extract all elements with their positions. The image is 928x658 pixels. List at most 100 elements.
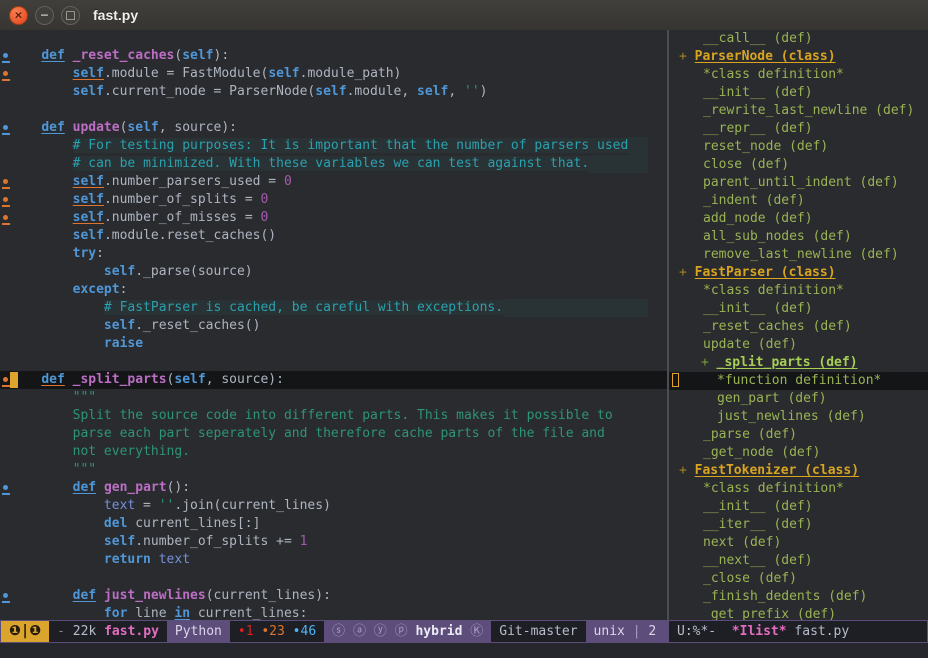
imenu-item[interactable]: __init__ (def) xyxy=(669,84,928,102)
close-button[interactable]: × xyxy=(9,6,28,25)
code-line[interactable]: text = ''.join(current_lines) xyxy=(0,497,668,515)
code-line[interactable]: def update(self, source): xyxy=(0,119,668,137)
imenu-item[interactable]: *class definition* xyxy=(669,282,928,300)
code-line[interactable]: """ xyxy=(0,461,668,479)
imenu-item[interactable]: close (def) xyxy=(669,156,928,174)
imenu-item[interactable]: __init__ (def) xyxy=(669,498,928,516)
imenu-item[interactable]: + _split_parts (def) xyxy=(669,354,928,372)
code-line[interactable]: self.number_parsers_used = 0 xyxy=(0,173,668,191)
modeline-segment-minor-modes[interactable]: ⓢ ⓐ ⓨ ⓟ hybrid Ⓚ xyxy=(324,621,491,642)
imenu-item[interactable]: __init__ (def) xyxy=(669,300,928,318)
imenu-item[interactable]: remove_last_newline (def) xyxy=(669,246,928,264)
modeline-segment-buffer-info[interactable]: - 22k fast.py xyxy=(49,621,167,642)
imenu-item[interactable]: + ParserNode (class) xyxy=(669,48,928,66)
right-fringe xyxy=(648,551,668,569)
modeline-segment-flycheck-counts[interactable]: •1 •23 •46 xyxy=(230,621,324,642)
imenu-item-label: _get_prefix (def) xyxy=(703,607,836,620)
imenu-item[interactable]: *class definition* xyxy=(669,480,928,498)
imenu-item[interactable]: _get_prefix (def) xyxy=(669,606,928,620)
imenu-item[interactable]: _reset_caches (def) xyxy=(669,318,928,336)
warning-dot-icon xyxy=(3,377,8,382)
code-line[interactable]: # can be minimized. With these variables… xyxy=(0,155,668,173)
code-line[interactable]: for line in current_lines: xyxy=(0,605,668,620)
code-text: self.current_node = ParserNode(self.modu… xyxy=(10,83,487,101)
line-filler xyxy=(143,335,648,353)
imenu-item[interactable]: + FastParser (class) xyxy=(669,264,928,282)
imenu-item[interactable]: update (def) xyxy=(669,336,928,354)
imenu-item[interactable]: + FastTokenizer (class) xyxy=(669,462,928,480)
imenu-item[interactable]: __repr__ (def) xyxy=(669,120,928,138)
expand-icon[interactable]: + xyxy=(679,49,695,64)
code-line[interactable]: self.module.reset_caches() xyxy=(0,227,668,245)
code-line[interactable]: self._reset_caches() xyxy=(0,317,668,335)
code-line[interactable]: def _reset_caches(self): xyxy=(0,47,668,65)
modeline-segment-ilist-buffer-info[interactable]: U:%*- *Ilist* fast.py xyxy=(669,621,927,642)
modeline-segment-encoding-position[interactable]: unix | 2 xyxy=(586,621,667,642)
code-line[interactable]: return text xyxy=(0,551,668,569)
code-line[interactable]: except: xyxy=(0,281,668,299)
imenu-item-label: __init__ (def) xyxy=(703,499,813,514)
imenu-item[interactable]: _finish_dedents (def) xyxy=(669,588,928,606)
code-line[interactable]: self._parse(source) xyxy=(0,263,668,281)
imenu-item[interactable]: __iter__ (def) xyxy=(669,516,928,534)
code-line[interactable]: Split the source code into different par… xyxy=(0,407,668,425)
imenu-item[interactable]: parent_until_indent (def) xyxy=(669,174,928,192)
code-line[interactable]: # FastParser is cached, be careful with … xyxy=(0,299,668,317)
echo-area[interactable] xyxy=(0,643,928,658)
modeline-segment-window-number[interactable]: ❶|❶ xyxy=(1,621,49,642)
imenu-item[interactable]: _close (def) xyxy=(669,570,928,588)
imenu-item[interactable]: add_node (def) xyxy=(669,210,928,228)
imenu-item-label: __call__ (def) xyxy=(703,31,813,46)
line-filler xyxy=(253,263,648,281)
code-line[interactable]: def _split_parts(self, source): xyxy=(0,371,668,389)
imenu-item[interactable]: *class definition* xyxy=(669,66,928,84)
code-line[interactable]: parse each part seperately and therefore… xyxy=(0,425,668,443)
code-line[interactable] xyxy=(0,101,668,119)
imenu-item[interactable]: _get_node (def) xyxy=(669,444,928,462)
imenu-item[interactable]: reset_node (def) xyxy=(669,138,928,156)
code-line[interactable]: # For testing purposes: It is important … xyxy=(0,137,668,155)
code-line[interactable] xyxy=(0,569,668,587)
imenu-item[interactable]: next (def) xyxy=(669,534,928,552)
imenu-item-label: __repr__ (def) xyxy=(703,121,813,136)
code-line[interactable]: def gen_part(): xyxy=(0,479,668,497)
code-line[interactable]: not everything. xyxy=(0,443,668,461)
imenu-item-label: next (def) xyxy=(703,535,781,550)
expand-icon[interactable]: + xyxy=(701,355,717,370)
code-line[interactable]: try: xyxy=(0,245,668,263)
modeline-segment-major-mode[interactable]: Python xyxy=(167,621,230,642)
maximize-button[interactable]: □ xyxy=(61,6,80,25)
imenu-item[interactable]: _parse (def) xyxy=(669,426,928,444)
code-line[interactable]: def just_newlines(current_lines): xyxy=(0,587,668,605)
code-line[interactable]: """ xyxy=(0,389,668,407)
imenu-item[interactable]: just_newlines (def) xyxy=(669,408,928,426)
expand-icon[interactable]: + xyxy=(679,463,695,478)
code-line[interactable]: self.number_of_splits += 1 xyxy=(0,533,668,551)
code-line[interactable]: self.current_node = ParserNode(self.modu… xyxy=(0,83,668,101)
modeline-segment-vc-branch[interactable]: Git-master xyxy=(491,621,585,642)
code-text: def _split_parts(self, source): xyxy=(10,371,284,389)
code-line[interactable]: self.number_of_splits = 0 xyxy=(0,191,668,209)
right-fringe xyxy=(648,209,668,227)
imenu-item[interactable]: __call__ (def) xyxy=(669,30,928,48)
modeline-fastpy: ❶|❶- 22k fast.pyPython•1 •23 •46ⓢ ⓐ ⓨ ⓟ … xyxy=(0,620,668,643)
code-editor[interactable]: def _reset_caches(self): self.module = F… xyxy=(0,30,668,620)
line-filler xyxy=(589,155,648,173)
code-line[interactable]: del current_lines[:] xyxy=(0,515,668,533)
line-filler xyxy=(628,137,648,155)
imenu-item[interactable]: _rewrite_last_newline (def) xyxy=(669,102,928,120)
imenu-list-sidebar[interactable]: __call__ (def)+ ParserNode (class)*class… xyxy=(669,30,928,620)
code-line[interactable]: self.module = FastModule(self.module_pat… xyxy=(0,65,668,83)
minimize-button[interactable]: − xyxy=(35,6,54,25)
code-line[interactable] xyxy=(0,353,668,371)
code-text: del current_lines[:] xyxy=(10,515,260,533)
imenu-item[interactable]: gen_part (def) xyxy=(669,390,928,408)
code-line[interactable]: raise xyxy=(0,335,668,353)
imenu-item[interactable]: __next__ (def) xyxy=(669,552,928,570)
imenu-item[interactable]: *function definition* xyxy=(669,372,928,390)
modeline-text: •1 xyxy=(238,621,254,642)
imenu-item[interactable]: _indent (def) xyxy=(669,192,928,210)
imenu-item[interactable]: all_sub_nodes (def) xyxy=(669,228,928,246)
code-line[interactable]: self.number_of_misses = 0 xyxy=(0,209,668,227)
expand-icon[interactable]: + xyxy=(679,265,695,280)
